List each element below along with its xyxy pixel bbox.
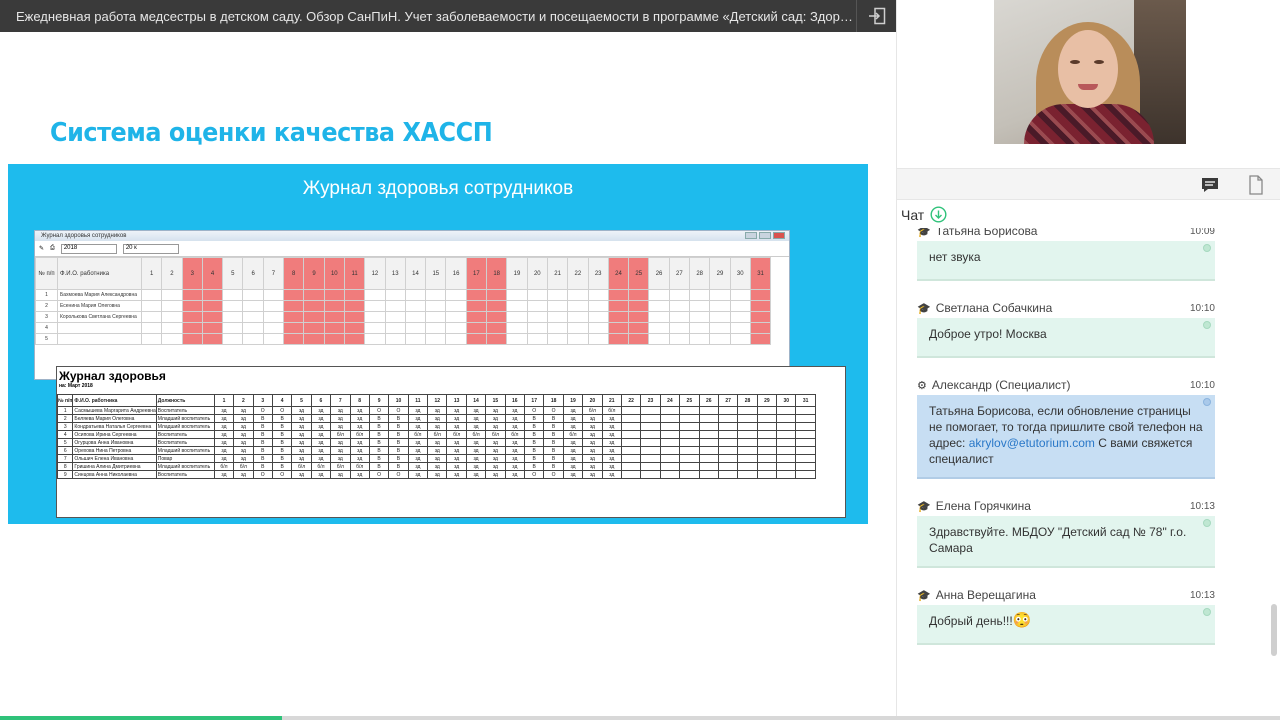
message-status-dot <box>1203 608 1211 616</box>
document-icon <box>1249 174 1263 195</box>
spreadsheet-header-row: № п/п Ф.И.О. работника 1 2 3 4 5 6 7 8 9 10 11 12 13 14… <box>35 257 772 290</box>
panel-tabs <box>897 168 1280 200</box>
message-status-dot <box>1203 519 1211 527</box>
chat-label: Чат <box>901 206 925 223</box>
spreadsheet-window: Журнал здоровья сотрудников ✎ ⎙ 2018 20 … <box>34 230 790 380</box>
top-bar: Ежедневная работа медсестры в детском са… <box>0 0 896 32</box>
journal-row: 6 Орехова Нина Петровна Младший воспитател… <box>57 446 816 455</box>
message-status-dot <box>1203 398 1211 406</box>
message-author: Александр (Специалист) <box>931 378 1071 392</box>
gear-icon: ⚙ <box>917 379 927 392</box>
message-status-dot <box>1203 244 1211 252</box>
spreadsheet-row: 4 <box>35 322 772 334</box>
message-time: 10:09 <box>1189 228 1215 237</box>
exit-button[interactable] <box>856 0 896 32</box>
message-time: 10:13 <box>1189 500 1215 512</box>
message-time: 10:10 <box>1189 302 1215 314</box>
spreadsheet-window-title: Журнал здоровья сотрудников <box>35 231 789 241</box>
journal-row: 5 Огурцова Анна Ивановна Воспитатель зд зд В В… <box>57 438 816 447</box>
message-author: Елена Горячкина <box>935 499 1031 513</box>
slide-content-box: Журнал здоровья сотрудников Журнал здоро… <box>8 164 868 524</box>
journal-row: 7 Ольшич Елена Ивановна Повар зд зд В Взд зд зд з… <box>57 454 816 463</box>
message-bubble: нет звука <box>917 241 1215 281</box>
zoom-field: 20 к <box>122 243 179 254</box>
chat-message: ⚙ Александр (Специалист) 10:10 Татьяна Бори… <box>917 378 1215 479</box>
chat-message: 🎓 Светлана Собачкина 10:10 Доброе утро! Мос… <box>917 301 1215 358</box>
print-icon: ⎙ <box>50 245 55 251</box>
message-status-dot <box>1203 321 1211 329</box>
webinar-app: Ежедневная работа медсестры в детском са… <box>0 0 1280 720</box>
graduation-cap-icon: 🎓 <box>917 228 931 238</box>
journal-header-row: № п/п Ф.И.О. работника Должность 1 2 3 4 5 6 7 8 9 1… <box>57 394 816 407</box>
chat-icon <box>1202 177 1218 192</box>
journal-title: Журнал здоровья <box>59 369 166 383</box>
spreadsheet-toolbar: ✎ ⎙ 2018 20 к <box>35 241 789 257</box>
chat-message: 🎓 Татьяна Борисова 10:09 нет звука <box>917 228 1215 281</box>
email-link[interactable]: akrylov@etutorium.com <box>969 436 1095 450</box>
graduation-cap-icon: 🎓 <box>917 500 931 513</box>
spreadsheet-row: 1 Бахмоева Мария Александровна <box>35 289 772 301</box>
graduation-cap-icon: 🎓 <box>917 589 931 602</box>
chat-scrollbar[interactable] <box>1271 604 1277 656</box>
chat-message: 🎓 Елена Горячкина 10:13 Здравствуйте. МБДОУ… <box>917 499 1215 568</box>
window-controls <box>745 232 785 239</box>
journal-subtitle: на: Март 2018 <box>59 383 93 389</box>
journal-row: 3 Кондратьева Наталья Сергеевна Младший во… <box>57 422 816 431</box>
message-author: Татьяна Борисова <box>935 228 1038 238</box>
journal-row: 4 Осипова Ирина Сергеевна Воспитатель зд зд В… <box>57 430 816 439</box>
journal-row: 8 Гришина Алина Дмитриевна Младший воспита… <box>57 462 816 471</box>
emoji-icon: 😳 <box>1012 612 1032 629</box>
message-time: 10:13 <box>1189 589 1215 601</box>
right-panel: Чат 🎓 Татьяна Борисова 10:09 нет звука 🎓 Свет… <box>896 0 1280 720</box>
presentation-slide: Система оценки качества ХАССП Журнал здо… <box>0 32 896 716</box>
journal-row: 2 Беляева Мария Олеговна Младший воспитате… <box>57 414 816 423</box>
presenter-video <box>994 0 1186 144</box>
message-bubble: Татьяна Борисова, если обновление страни… <box>917 395 1215 479</box>
message-bubble: Добрый день!!!😳 <box>917 605 1215 645</box>
progress-fill <box>0 716 282 720</box>
message-bubble: Здравствуйте. МБДОУ "Детский сад № 78" г… <box>917 516 1215 568</box>
journal-row: 1 Сасмышева Маргарита Андреевна Воспитател… <box>57 406 816 415</box>
journal-row: 9 Синцова Анна Николаевна Воспитатель зд зд О… <box>57 470 816 479</box>
message-author: Светлана Собачкина <box>935 301 1053 315</box>
spreadsheet-row: 5 <box>35 333 772 345</box>
spreadsheet-window-title-text: Журнал здоровья сотрудников <box>41 233 127 239</box>
slide-box-title: Журнал здоровья сотрудников <box>302 178 574 199</box>
chat-header: Чат <box>901 206 947 223</box>
spreadsheet-row: 3 Королькова Светлана Сергеевна <box>35 311 772 323</box>
message-time: 10:10 <box>1189 379 1215 391</box>
tab-files[interactable] <box>1233 169 1279 200</box>
spreadsheet-table: № п/п Ф.И.О. работника 1 2 3 4 5 6 7 8 9 10 11 12 13 14… <box>35 257 772 345</box>
graduation-cap-icon: 🎓 <box>917 302 931 315</box>
health-journal: Журнал здоровья на: Март 2018 № п/п Ф.И.О… <box>56 366 846 518</box>
tab-chat[interactable] <box>1187 169 1233 200</box>
spreadsheet-row: 2 Есенина Мария Олеговна <box>35 300 772 312</box>
exit-icon <box>868 7 885 25</box>
year-field: 2018 <box>60 243 117 254</box>
journal-table: № п/п Ф.И.О. работника Должность 1 2 3 4 5 6 7 8 9 1… <box>57 394 816 479</box>
loading-progress-bar <box>0 716 1280 720</box>
chat-message-list[interactable]: 🎓 Татьяна Борисова 10:09 нет звука 🎓 Светлана… <box>917 228 1215 658</box>
message-author: Анна Верещагина <box>935 588 1036 602</box>
webinar-title: Ежедневная работа медсестры в детском са… <box>16 8 856 24</box>
chat-message: 🎓 Анна Верещагина 10:13 Добрый день!!!😳 <box>917 588 1215 645</box>
message-bubble: Доброе утро! Москва <box>917 318 1215 358</box>
pencil-icon: ✎ <box>39 246 45 252</box>
slide-heading: Система оценки качества ХАССП <box>50 118 493 148</box>
download-circle-icon[interactable] <box>930 206 947 223</box>
